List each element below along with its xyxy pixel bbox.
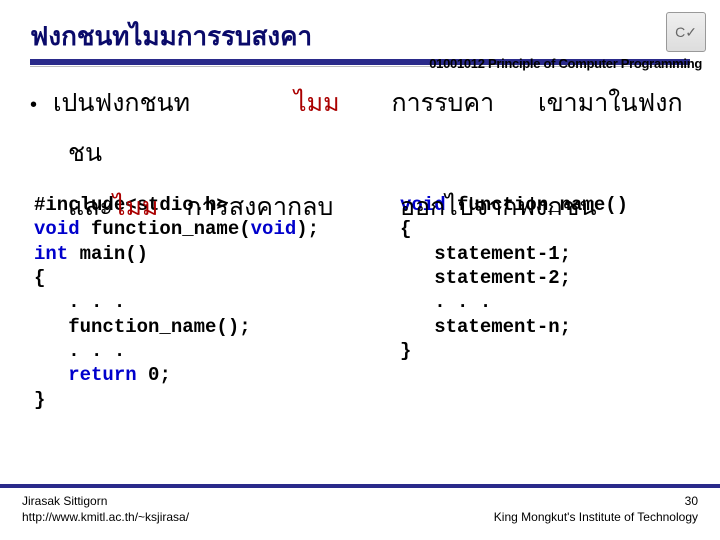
text-seg: และ [68,193,113,221]
bullet-dot: • [30,95,37,115]
text-seg: เปนฟงกชนท [53,89,190,117]
bullet-line-2: ชน [68,133,690,173]
slide-title: ฟงกชนทไมมการรบสงคา [30,16,690,57]
bullet-line-1: • เปนฟงกชนท ไมม การรบคา เขามาในฟงก [30,83,690,123]
author-name: Jirasak Sittigorn [22,494,189,510]
page-number: 30 [494,494,698,510]
text-seg: การสงคากลบ [186,193,333,221]
thai-overlap-left: และไมม การสงคากลบ [68,187,333,227]
cpp-logo-icon: C✓ [666,12,706,52]
institute-name: King Mongkut's Institute of Technology [494,510,698,526]
course-code: 01001012 Principle of Computer Programmi… [429,56,702,71]
footer-left: Jirasak Sittigorn http://www.kmitl.ac.th… [22,494,189,525]
author-url: http://www.kmitl.ac.th/~ksjirasa/ [22,510,189,526]
text-seg: การรบคา [391,89,494,117]
overlap-region: และไมม การสงคากลบ ออกไปจากฟงกชน #include… [30,187,690,437]
content-area: • เปนฟงกชนท ไมม การรบคา เขามาในฟงก ชน แล… [30,83,690,437]
text-red: ไมม [294,89,340,117]
text-seg: เขามาในฟงก [538,89,683,117]
text-red: ไมม [113,193,159,221]
thai-overlap-right: ออกไปจากฟงกชน [400,187,597,227]
footer: Jirasak Sittigorn http://www.kmitl.ac.th… [0,484,720,538]
footer-right: 30 King Mongkut's Institute of Technolog… [494,494,698,525]
